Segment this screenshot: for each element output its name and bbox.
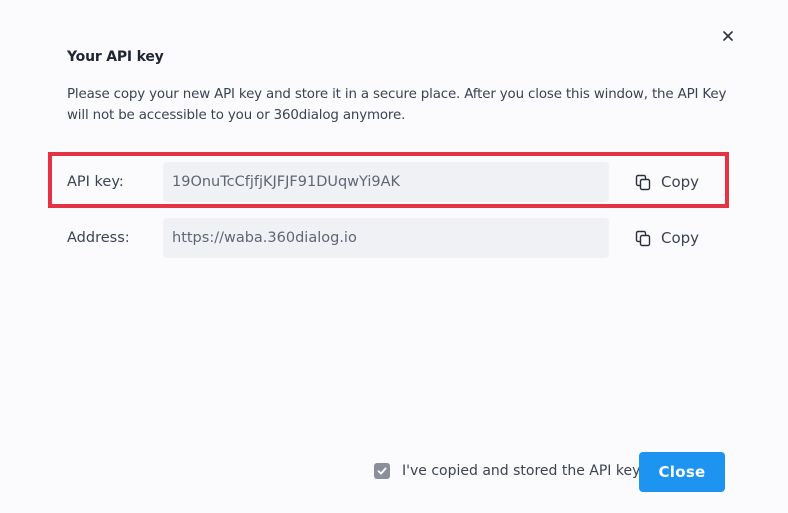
api-key-row: API key: 19OnuTcCfjfjKJFJF91DUqwYi9AK Co… [67, 162, 727, 202]
dialog-title: Your API key [67, 49, 164, 65]
api-key-dialog: Your API key Please copy your new API ke… [0, 0, 788, 513]
copy-label: Copy [661, 173, 700, 191]
close-icon[interactable] [719, 27, 737, 45]
stored-confirmation-checkbox[interactable] [374, 463, 390, 479]
copy-icon [635, 230, 652, 247]
copy-address-button[interactable]: Copy [635, 218, 699, 258]
copy-api-key-button[interactable]: Copy [635, 162, 699, 202]
address-label: Address: [67, 230, 130, 246]
address-row: Address: https://waba.360dialog.io Copy [67, 218, 727, 258]
copy-label: Copy [661, 229, 700, 247]
stored-confirmation-label[interactable]: I've copied and stored the API key [402, 461, 640, 481]
address-field[interactable]: https://waba.360dialog.io [163, 218, 609, 258]
api-key-field[interactable]: 19OnuTcCfjfjKJFJF91DUqwYi9AK [163, 162, 609, 202]
checkmark-icon [377, 467, 387, 475]
copy-icon [635, 174, 652, 191]
dialog-description: Please copy your new API key and store i… [67, 87, 727, 123]
api-key-label: API key: [67, 174, 124, 190]
close-button[interactable]: Close [639, 452, 725, 492]
